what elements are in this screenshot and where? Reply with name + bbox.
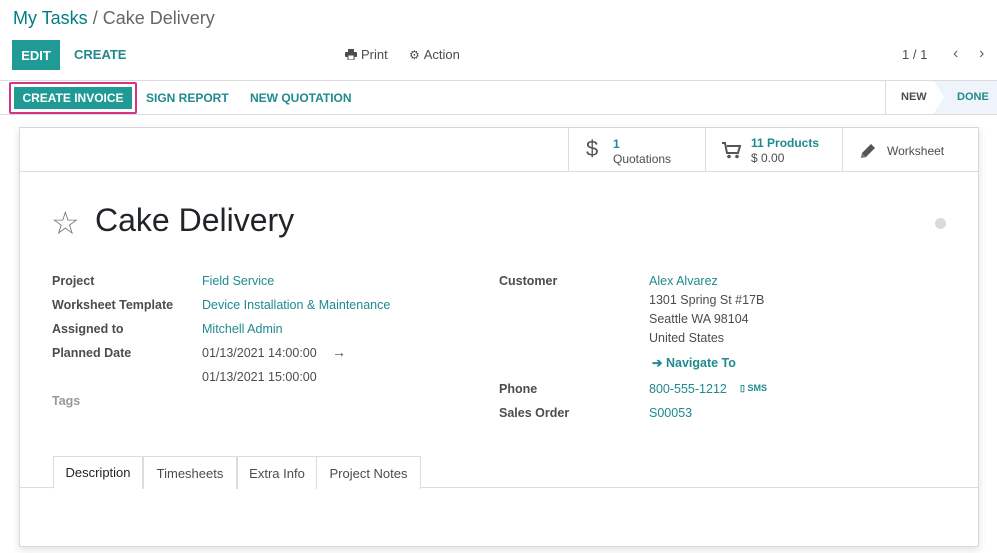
cart-icon (722, 142, 742, 159)
action-label: Action (423, 47, 460, 62)
pager-next-icon[interactable]: › (979, 45, 984, 63)
assigned-to-value[interactable]: Mitchell Admin (202, 322, 283, 336)
address-line-3: United States (649, 331, 725, 345)
phone-value[interactable]: 800-555-1212 (649, 382, 727, 396)
arrow-right-icon: → (332, 344, 346, 360)
sign-report-button[interactable]: SIGN REPORT (146, 91, 229, 105)
stage-done[interactable]: DONE (957, 91, 989, 103)
navigate-to-label: Navigate To (665, 356, 736, 370)
worksheet-template-value[interactable]: Device Installation & Maintenance (202, 298, 390, 312)
smart-button-bar: $ 1 Quotations 11 Products $ 0.00 Worksh… (20, 128, 978, 172)
statusbar: CREATE INVOICE SIGN REPORT NEW QUOTATION… (0, 80, 997, 115)
quotations-count: 1 (613, 137, 620, 151)
planned-start-value: 01/13/2021 14:00:00 (202, 346, 317, 360)
pager-value: 1 / 1 (902, 47, 928, 62)
worksheet-template-label: Worksheet Template (52, 298, 174, 312)
customer-value[interactable]: Alex Alvarez (649, 274, 718, 288)
breadcrumb: My Tasks / Cake Delivery (13, 8, 215, 29)
breadcrumb-current: Cake Delivery (102, 8, 215, 28)
gear-icon: ⚙ (409, 47, 420, 62)
mobile-icon: ▯ (740, 383, 745, 393)
new-quotation-button[interactable]: NEW QUOTATION (250, 91, 352, 105)
quotations-label: Quotations (613, 152, 672, 166)
project-value[interactable]: Field Service (202, 274, 274, 288)
navigate-to-button[interactable]: ➔ Navigate To (652, 355, 736, 370)
address-line-2: Seattle WA 98104 (649, 312, 749, 326)
breadcrumb-separator: / (92, 8, 98, 28)
project-label: Project (52, 274, 95, 288)
stage-selector: NEW DONE (885, 81, 997, 114)
products-amount: $ 0.00 (751, 151, 785, 165)
form-sheet: $ 1 Quotations 11 Products $ 0.00 Worksh… (19, 127, 979, 547)
planned-date-label: Planned Date (52, 346, 132, 360)
action-button[interactable]: ⚙ Action (409, 47, 460, 62)
products-smart-button[interactable]: 11 Products $ 0.00 (705, 128, 842, 172)
customer-label: Customer (499, 274, 558, 288)
sms-label: SMS (747, 383, 767, 393)
worksheet-smart-button[interactable]: Worksheet (842, 128, 978, 172)
print-label: Print (361, 47, 388, 62)
tab-timesheets[interactable]: Timesheets (143, 456, 237, 489)
dollar-icon: $ (586, 136, 599, 161)
assigned-to-label: Assigned to (52, 322, 124, 336)
create-button[interactable]: CREATE (74, 47, 126, 62)
create-invoice-label: CREATE INVOICE (14, 87, 132, 109)
stage-new[interactable]: NEW (901, 91, 927, 103)
task-title: Cake Delivery (95, 202, 295, 238)
breadcrumb-my-tasks[interactable]: My Tasks (13, 8, 88, 28)
tags-label: Tags (52, 394, 81, 408)
sales-order-value[interactable]: S00053 (649, 406, 692, 420)
worksheet-label: Worksheet (887, 144, 945, 158)
notebook-tabs: Description Timesheets Extra Info Projec… (20, 456, 978, 489)
quotations-smart-button[interactable]: $ 1 Quotations (568, 128, 705, 172)
stage-arrow-icon (934, 81, 944, 113)
pencil-icon (861, 144, 875, 158)
print-button[interactable]: Print (345, 47, 388, 62)
tab-description[interactable]: Description (53, 456, 143, 489)
favorite-star-icon[interactable]: ☆ (51, 204, 80, 242)
sales-order-label: Sales Order (499, 406, 570, 420)
phone-label: Phone (499, 382, 538, 396)
sms-button[interactable]: ▯ SMS (740, 383, 767, 394)
tab-project-notes[interactable]: Project Notes (316, 456, 421, 489)
products-count: 11 Products (751, 136, 820, 150)
edit-button[interactable]: EDIT (12, 40, 60, 70)
planned-end-value: 01/13/2021 15:00:00 (202, 370, 317, 384)
kanban-state-icon[interactable] (935, 218, 946, 229)
address-line-1: 1301 Spring St #17B (649, 293, 765, 307)
create-invoice-button[interactable]: CREATE INVOICE (9, 82, 137, 114)
pager-prev-icon[interactable]: ‹ (953, 45, 958, 63)
navigate-arrow-icon: ➔ (652, 356, 663, 370)
printer-icon (345, 49, 357, 60)
tab-extra-info[interactable]: Extra Info (237, 456, 317, 489)
